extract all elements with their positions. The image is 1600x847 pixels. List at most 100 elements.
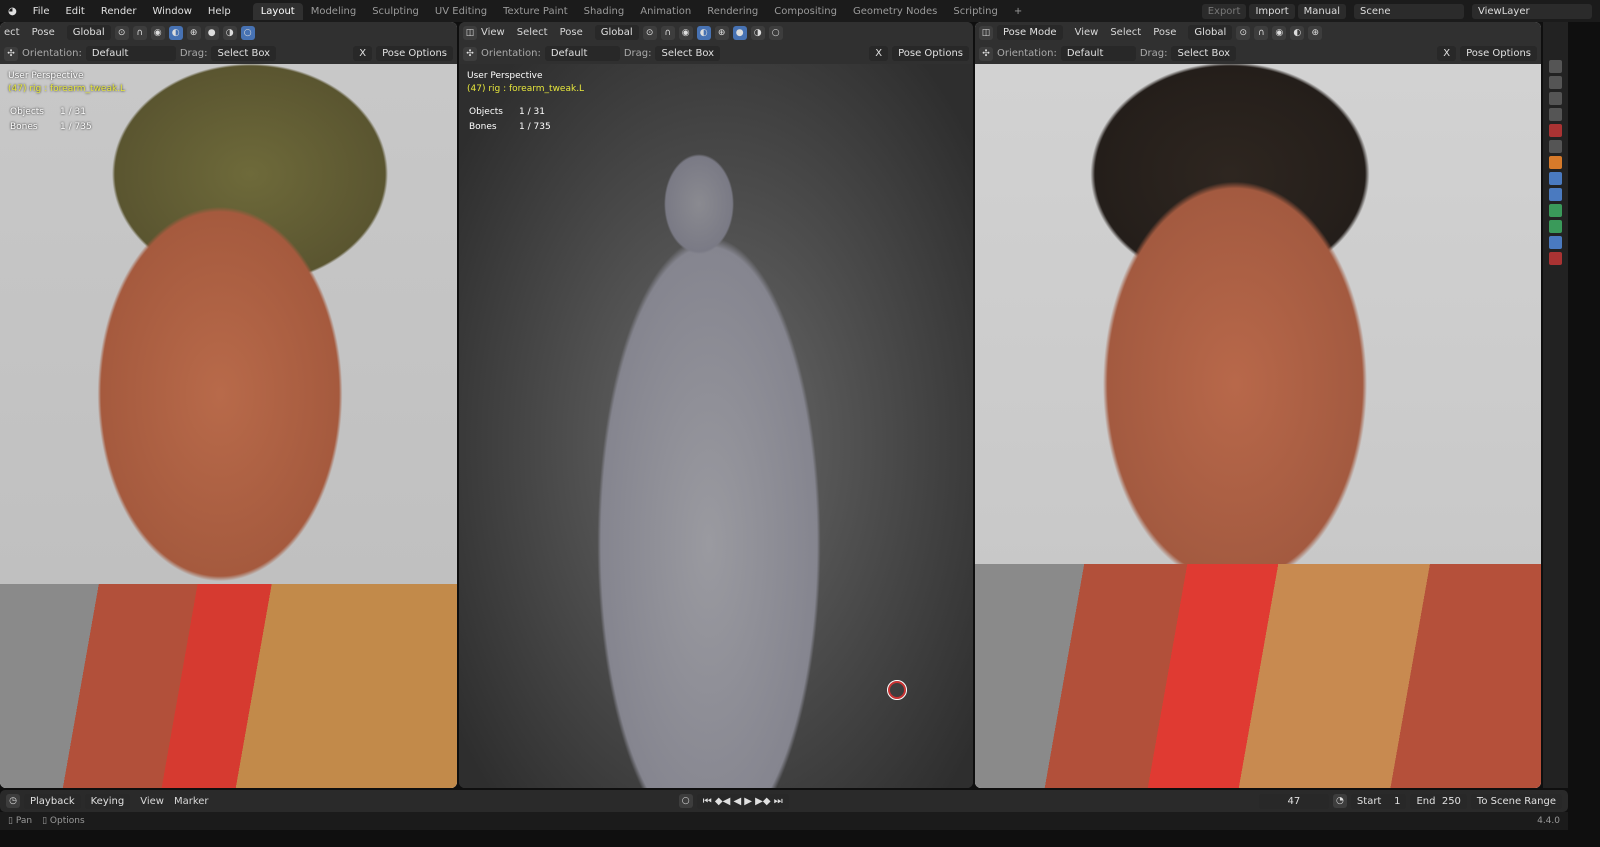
transform-orientation-dropdown[interactable]: Global — [594, 25, 639, 40]
tab-shading[interactable]: Shading — [576, 3, 633, 20]
wireframe-shading-icon[interactable]: ⊕ — [714, 25, 729, 40]
world-icon[interactable] — [1549, 124, 1562, 137]
transform-orientation-dropdown[interactable]: Global — [66, 25, 111, 40]
orientation-dropdown[interactable]: Default — [1060, 46, 1136, 61]
tab-texture-paint[interactable]: Texture Paint — [495, 3, 576, 20]
menu-select[interactable]: Select — [1110, 27, 1141, 38]
wireframe-shading-icon[interactable]: ⊕ — [186, 25, 201, 40]
view-layer-icon[interactable] — [1549, 92, 1562, 105]
viewport-middle[interactable]: ◫ View Select Pose Global ⊙ ∩ ◉ ◐ ⊕ ● ◑ … — [459, 22, 973, 788]
menu-view[interactable]: View — [1075, 27, 1099, 38]
mirror-x-toggle[interactable]: X — [1437, 46, 1457, 61]
transform-orientation-dropdown[interactable]: Global — [1188, 25, 1233, 40]
move-icon[interactable]: ✣ — [463, 46, 477, 61]
mirror-x-toggle[interactable]: X — [869, 46, 889, 61]
scene-selector[interactable]: Scene — [1354, 3, 1464, 19]
menu-edit[interactable]: Edit — [57, 6, 92, 17]
import-button[interactable]: Import — [1249, 3, 1295, 19]
orientation-dropdown[interactable]: Default — [544, 46, 620, 61]
menu-select[interactable]: Select — [517, 27, 548, 38]
tab-scripting[interactable]: Scripting — [945, 3, 1005, 20]
menu-help[interactable]: Help — [200, 6, 239, 17]
scene-icon[interactable] — [1549, 108, 1562, 121]
armature-icon[interactable] — [1549, 204, 1562, 217]
menu-pose[interactable]: Pose — [1153, 27, 1176, 38]
pivot-icon[interactable]: ⊙ — [1236, 25, 1251, 40]
collection-icon[interactable] — [1549, 140, 1562, 153]
drag-dropdown[interactable]: Select Box — [1171, 46, 1237, 61]
playback-menu[interactable]: Playback — [24, 793, 81, 809]
tab-sculpting[interactable]: Sculpting — [364, 3, 427, 20]
tab-compositing[interactable]: Compositing — [766, 3, 845, 20]
wireframe-shading-icon[interactable]: ⊕ — [1308, 25, 1323, 40]
overlay-icon[interactable]: ◐ — [696, 25, 711, 40]
current-frame-field[interactable]: 47 — [1258, 793, 1329, 809]
orientation-dropdown[interactable]: Default — [85, 46, 176, 61]
3d-cursor-icon[interactable] — [887, 680, 907, 700]
tab-animation[interactable]: Animation — [632, 3, 699, 20]
menu-file[interactable]: File — [25, 6, 58, 17]
pose-options-dropdown[interactable]: Pose Options — [376, 46, 453, 61]
menu-window[interactable]: Window — [144, 6, 199, 17]
viewport-right[interactable]: ◫ Pose Mode View Select Pose Global ⊙ ∩ … — [975, 22, 1541, 788]
blender-logo-icon[interactable]: ◕ — [0, 6, 25, 17]
viewport-canvas-middle[interactable]: User Perspective (47) rig : forearm_twea… — [459, 64, 973, 788]
end-frame-field[interactable]: End 250 — [1410, 793, 1467, 809]
move-icon[interactable]: ✣ — [4, 46, 18, 61]
drag-dropdown[interactable]: Select Box — [655, 46, 721, 61]
render-properties-icon[interactable] — [1549, 60, 1562, 73]
start-frame-field[interactable]: Start 1 — [1350, 793, 1407, 809]
pose-options-dropdown[interactable]: Pose Options — [1460, 46, 1537, 61]
tab-uv-editing[interactable]: UV Editing — [427, 3, 495, 20]
material-shading-icon[interactable]: ◑ — [750, 25, 765, 40]
menu-pose[interactable]: Pose — [32, 27, 55, 38]
editor-type-icon[interactable]: ◫ — [979, 25, 993, 40]
viewport-canvas-left[interactable]: User Perspective (47) rig : forearm_twea… — [0, 64, 457, 788]
snap-icon[interactable]: ∩ — [660, 25, 675, 40]
bone-constraint-icon[interactable] — [1549, 236, 1562, 249]
tab-layout[interactable]: Layout — [252, 2, 303, 20]
mirror-x-toggle[interactable]: X — [353, 46, 373, 61]
solid-shading-icon[interactable]: ● — [204, 25, 219, 40]
menu-pose[interactable]: Pose — [560, 27, 583, 38]
physics-icon[interactable] — [1549, 188, 1562, 201]
editor-type-icon[interactable]: ◫ — [463, 25, 477, 40]
viewport-canvas-right[interactable] — [975, 64, 1541, 788]
mode-dropdown[interactable]: Pose Mode — [997, 25, 1063, 40]
add-workspace-button[interactable]: + — [1006, 3, 1030, 20]
view-menu[interactable]: View — [140, 796, 164, 807]
properties-tabs[interactable] — [1543, 22, 1568, 788]
editor-type-icon[interactable]: ◷ — [6, 794, 20, 808]
menu-select[interactable]: ect — [4, 27, 20, 38]
tab-rendering[interactable]: Rendering — [699, 3, 766, 20]
stopwatch-icon[interactable]: ◔ — [1332, 794, 1347, 808]
proportional-icon[interactable]: ◉ — [1272, 25, 1287, 40]
output-properties-icon[interactable] — [1549, 76, 1562, 89]
rendered-shading-icon[interactable]: ○ — [240, 25, 255, 40]
tab-geometry-nodes[interactable]: Geometry Nodes — [845, 3, 945, 20]
drag-dropdown[interactable]: Select Box — [211, 46, 277, 61]
playback-controls[interactable]: ⏮ ◆◀ ◀ ▶ ▶◆ ⏭ — [696, 793, 789, 809]
material-shading-icon[interactable]: ◑ — [222, 25, 237, 40]
marker-menu[interactable]: Marker — [174, 796, 209, 807]
snap-icon[interactable]: ∩ — [132, 25, 147, 40]
move-icon[interactable]: ✣ — [979, 46, 993, 61]
viewport-left[interactable]: ect Pose Global ⊙ ∩ ◉ ◐ ⊕ ● ◑ ○ ✣ Orient… — [0, 22, 457, 788]
pose-options-dropdown[interactable]: Pose Options — [892, 46, 969, 61]
solid-shading-icon[interactable]: ● — [732, 25, 747, 40]
pivot-icon[interactable]: ⊙ — [114, 25, 129, 40]
keying-menu[interactable]: Keying — [84, 793, 131, 809]
manual-button[interactable]: Manual — [1297, 3, 1346, 19]
proportional-icon[interactable]: ◉ — [150, 25, 165, 40]
export-button[interactable]: Export — [1201, 3, 1247, 19]
overlay-icon[interactable]: ◐ — [168, 25, 183, 40]
tab-modeling[interactable]: Modeling — [303, 3, 365, 20]
to-scene-range-button[interactable]: To Scene Range — [1470, 793, 1562, 809]
menu-view[interactable]: View — [481, 27, 505, 38]
proportional-icon[interactable]: ◉ — [678, 25, 693, 40]
modifier-icon[interactable] — [1549, 172, 1562, 185]
view-layer-selector[interactable]: ViewLayer — [1472, 3, 1592, 19]
snap-icon[interactable]: ∩ — [1254, 25, 1269, 40]
rendered-shading-icon[interactable]: ○ — [768, 25, 783, 40]
pivot-icon[interactable]: ⊙ — [642, 25, 657, 40]
